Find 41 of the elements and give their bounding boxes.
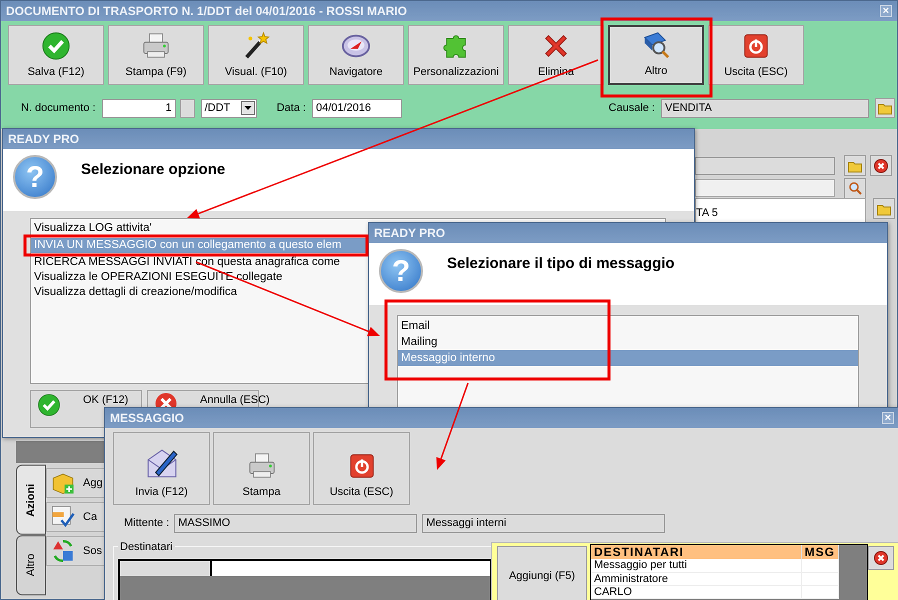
toolbar-button[interactable]: Stampa (213, 432, 310, 505)
text-fragment: TA 5 (696, 207, 718, 219)
action-button[interactable]: Agg (46, 468, 104, 498)
toolbar-button[interactable]: Uscita (ESC) (708, 25, 804, 85)
window-title: DOCUMENTO DI TRASPORTO N. 1/DDT del 04/01/2016 - ROSSI MARIO (6, 3, 407, 20)
number-field[interactable]: 1 (102, 98, 176, 118)
dialog-heading: Selezionare opzione (81, 161, 226, 180)
question-icon: ? (379, 249, 423, 293)
column-header: MSG (801, 545, 838, 559)
dialog-heading: Selezionare il tipo di messaggio (447, 255, 675, 274)
series-dropdown[interactable]: /DDT (200, 98, 257, 118)
action-button[interactable]: Sos (46, 536, 104, 566)
date-field[interactable]: 04/01/2016 (312, 98, 402, 118)
table-cell: CARLO (591, 585, 802, 598)
table-cell: Messaggio per tutti (591, 559, 802, 572)
column-header: DESTINATARI (591, 545, 802, 559)
question-icon: ? (13, 155, 57, 199)
toolbar-button[interactable]: Visual. (F10) (208, 25, 304, 85)
toolbar-button[interactable]: Uscita (ESC) (313, 432, 410, 505)
field-label: Mittente : (124, 516, 170, 532)
dialog-title: READY PRO (369, 223, 887, 243)
field-label: Data : (276, 100, 306, 116)
option-item[interactable]: Email (398, 318, 858, 334)
toolbar-button[interactable]: Stampa (F9) (108, 25, 204, 85)
add-button[interactable]: Aggiungi (F5) (497, 546, 587, 600)
field-label: N. documento : (21, 100, 96, 116)
field-label: Causale : (608, 100, 655, 116)
toolbar-button[interactable]: Personalizzazioni (408, 25, 504, 85)
toolbar-button[interactable]: Salva (F12) (8, 25, 104, 85)
sender-field[interactable]: MASSIMO (174, 514, 418, 533)
dialog-title: READY PRO (3, 129, 694, 149)
causale-field[interactable]: VENDITA (661, 98, 869, 118)
toolbar-button[interactable]: Invia (F12) (113, 432, 210, 505)
toolbar-button[interactable]: Altro (608, 25, 704, 85)
action-button[interactable]: Ca (46, 502, 104, 532)
side-tab[interactable]: Azioni (16, 465, 46, 535)
table-cell: Amministratore (591, 572, 802, 585)
option-item[interactable]: Mailing (398, 334, 858, 350)
side-tab[interactable]: Altro (16, 534, 46, 595)
toolbar-button[interactable]: Navigatore (308, 25, 404, 85)
type-field[interactable]: Messaggi interni (422, 514, 666, 533)
